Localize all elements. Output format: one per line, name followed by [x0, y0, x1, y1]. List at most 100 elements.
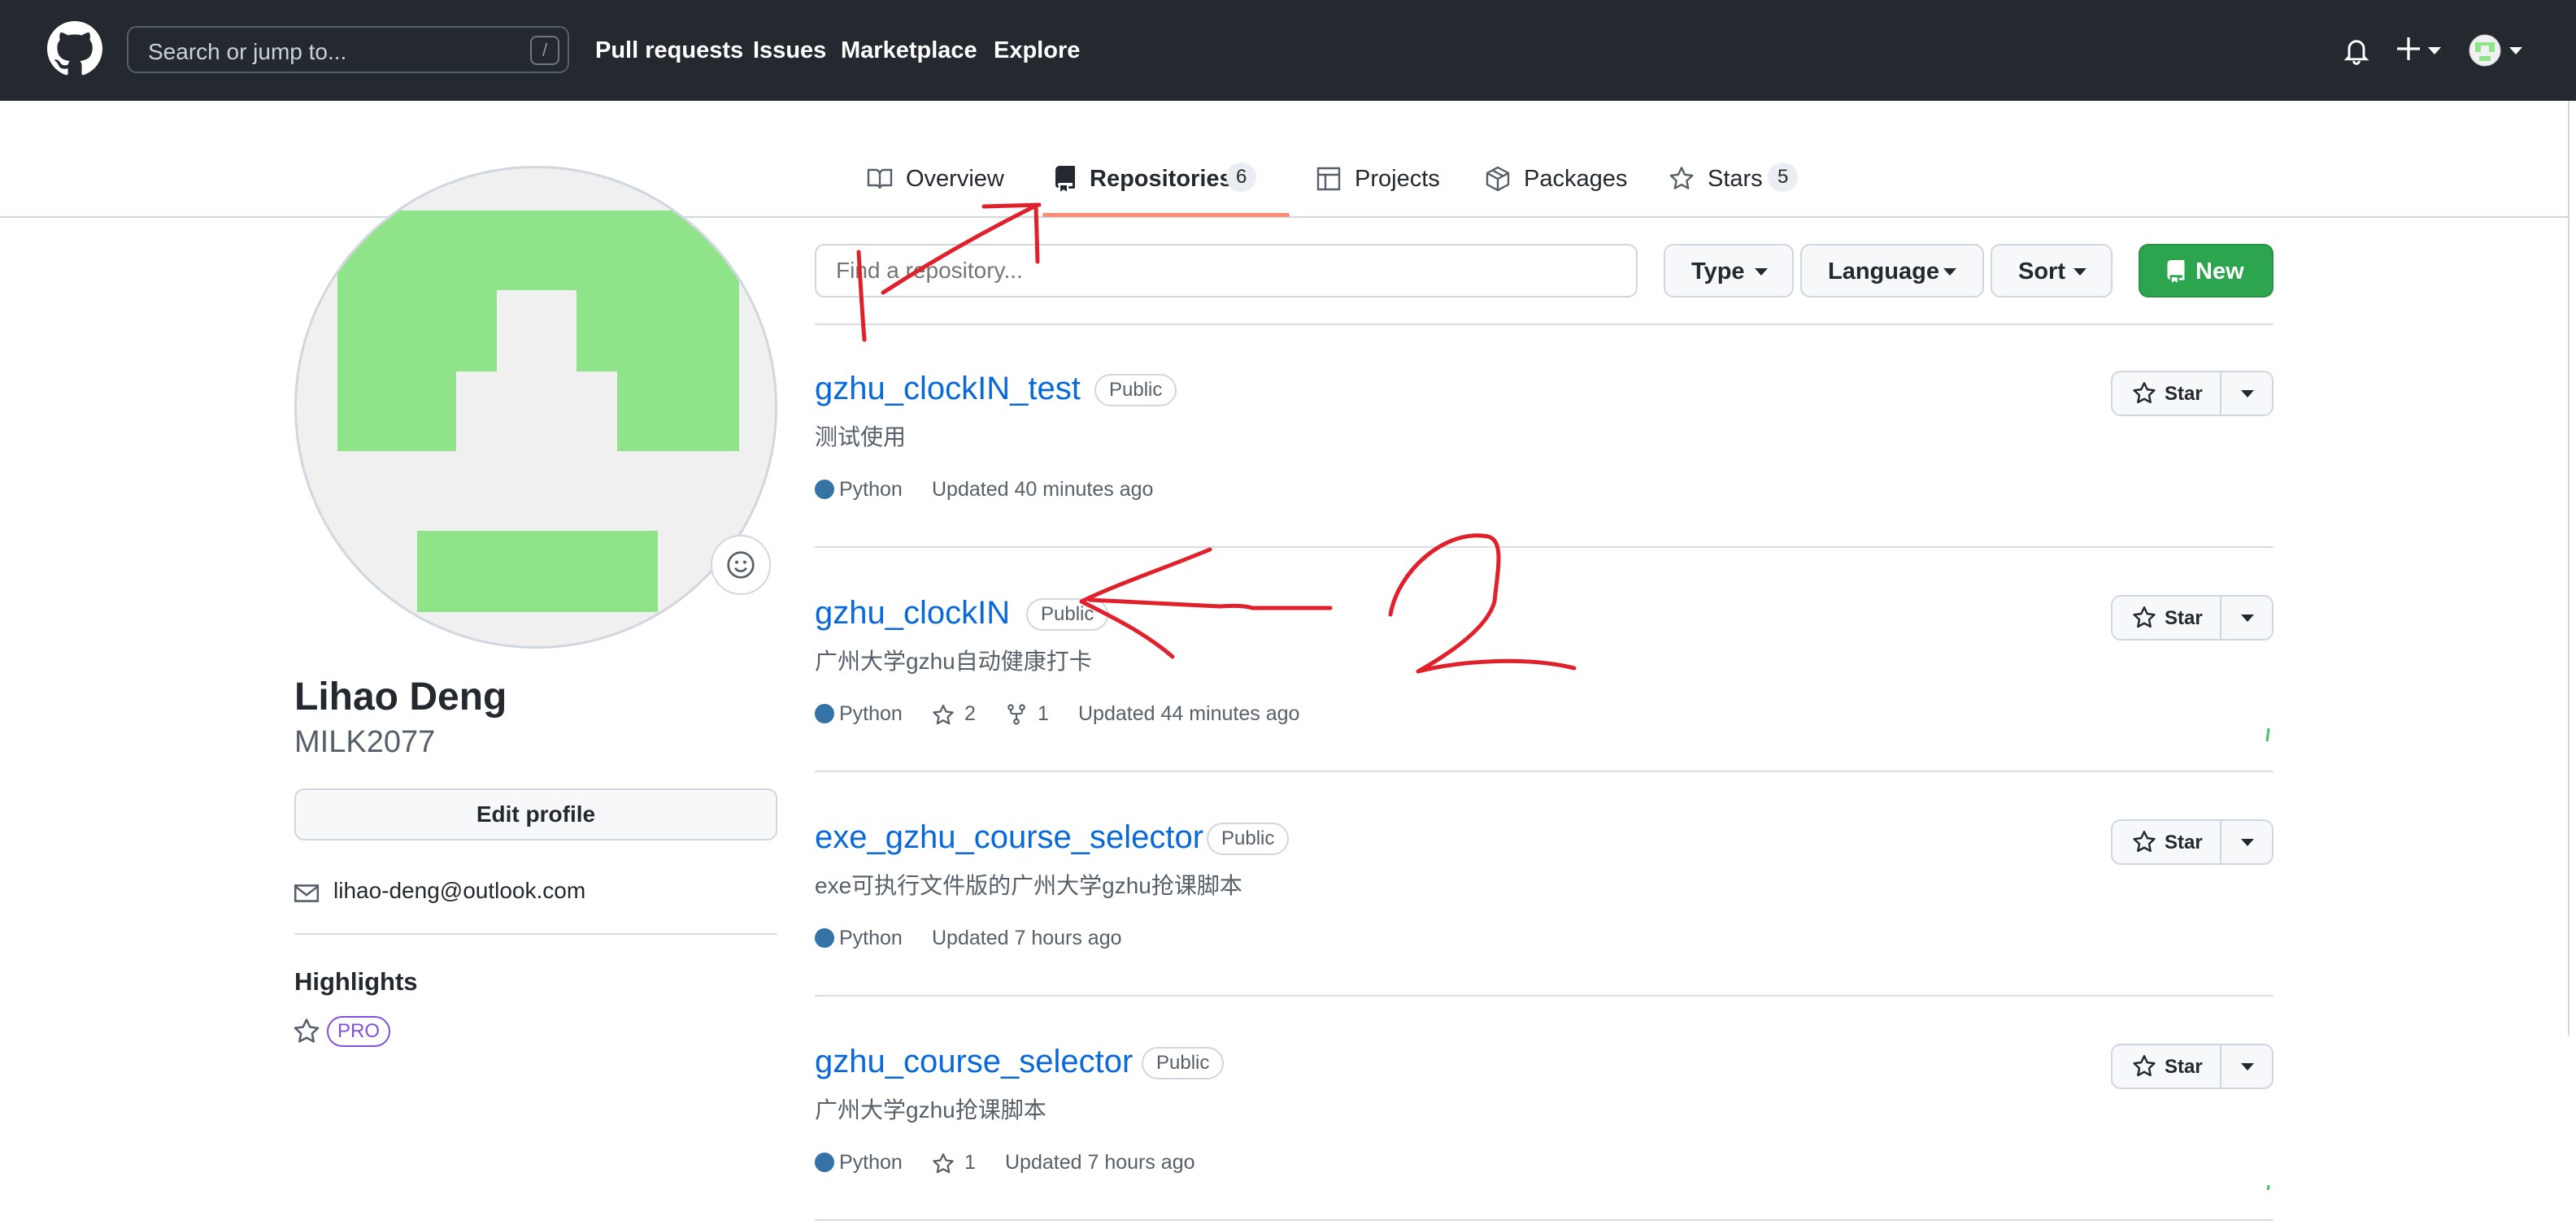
visibility-badge: Public [1142, 1047, 1225, 1079]
chevron-down-icon [2428, 47, 2441, 54]
star-button[interactable]: Star [2113, 597, 2220, 639]
repo-list-item: exe_gzhu_course_selector Public exe可执行文件… [815, 819, 2274, 1044]
profile-fullname: Lihao Deng [294, 675, 507, 719]
language-color-dot [815, 704, 834, 723]
activity-sparkline [2266, 1184, 2270, 1190]
plus-icon [2397, 37, 2420, 60]
star-icon [2133, 606, 2156, 628]
create-new-menu[interactable] [2395, 33, 2444, 65]
repo-name-link[interactable]: gzhu_clockIN [815, 595, 1010, 632]
star-icon[interactable] [932, 704, 955, 727]
repo-icon [1055, 166, 1075, 192]
search-shortcut-key: / [530, 36, 559, 65]
bell-icon[interactable] [2342, 36, 2371, 65]
repo-list-item: gzhu_course_selector Public 广州大学gzhu抢课脚本… [815, 1044, 2274, 1229]
tab-packages[interactable]: Packages [1485, 163, 1631, 195]
star-list-dropdown[interactable] [2221, 597, 2274, 639]
repo-description: exe可执行文件版的广州大学gzhu抢课脚本 [815, 873, 1242, 898]
chevron-down-icon [2241, 390, 2254, 397]
star-button[interactable]: Star [2113, 372, 2220, 415]
nav-marketplace[interactable]: Marketplace [841, 37, 977, 64]
chevron-down-icon [1755, 268, 1768, 276]
new-repository-button[interactable]: New [2139, 244, 2274, 297]
tab-label: Repositories [1090, 166, 1233, 192]
star-list-dropdown[interactable] [2221, 821, 2274, 863]
profile-email-link[interactable]: lihao-deng@outlook.com [333, 878, 585, 904]
repo-name-link[interactable]: gzhu_clockIN_test [815, 371, 1081, 407]
visibility-badge: Public [1026, 598, 1109, 631]
search-input[interactable]: Search or jump to... / [127, 26, 569, 73]
star-button-group: Star [2111, 595, 2274, 641]
type-filter-button[interactable]: Type [1664, 244, 1794, 297]
visibility-badge: Public [1094, 374, 1177, 406]
list-divider [815, 546, 2274, 548]
nav-issues[interactable]: Issues [753, 37, 826, 64]
repo-updated: Updated 7 hours ago [1005, 1151, 1195, 1174]
tab-repositories[interactable]: Repositories 6 [1052, 163, 1288, 195]
repo-description: 广州大学gzhu自动健康打卡 [815, 649, 1092, 674]
repo-updated: Updated 7 hours ago [932, 927, 1122, 949]
repo-name-link[interactable]: gzhu_course_selector [815, 1044, 1133, 1080]
repo-forks-count[interactable]: 1 [1038, 702, 1049, 726]
selected-tab-indicator [1042, 213, 1290, 217]
star-list-dropdown[interactable] [2221, 1045, 2274, 1088]
sort-button[interactable]: Sort [1991, 244, 2113, 297]
repo-language: Python [839, 478, 903, 501]
repo-updated: Updated 44 minutes ago [1078, 702, 1300, 725]
star-icon [1669, 167, 1694, 189]
book-icon [867, 168, 893, 189]
nav-explore[interactable]: Explore [994, 37, 1080, 64]
repo-updated: Updated 40 minutes ago [932, 478, 1154, 501]
star-list-dropdown[interactable] [2221, 372, 2274, 415]
star-button[interactable]: Star [2113, 821, 2220, 863]
language-filter-button[interactable]: Language [1800, 244, 1984, 297]
repo-description: 广州大学gzhu抢课脚本 [815, 1097, 1046, 1123]
activity-sparkline [2265, 727, 2270, 741]
star-label: Star [2165, 383, 2203, 405]
star-icon [2133, 382, 2156, 404]
tab-stars[interactable]: Stars 5 [1669, 163, 1807, 195]
tab-label: Projects [1355, 166, 1440, 192]
repo-language: Python [839, 927, 903, 949]
repo-stars-count[interactable]: 1 [964, 1151, 976, 1175]
tab-overview[interactable]: Overview [867, 163, 1013, 195]
scrollbar-track[interactable] [2568, 101, 2569, 1036]
fork-icon[interactable] [1005, 702, 1028, 727]
identicon-image [337, 211, 739, 612]
star-button-group: Star [2111, 1044, 2274, 1089]
repo-stars-count[interactable]: 2 [964, 702, 976, 726]
github-logo-icon[interactable] [47, 21, 102, 76]
smiley-icon [727, 551, 755, 579]
avatar-small-icon [2469, 34, 2501, 67]
chevron-down-icon [2241, 1063, 2254, 1070]
repo-language: Python [839, 1151, 903, 1174]
tab-projects[interactable]: Projects [1316, 163, 1446, 195]
button-label: New [2195, 258, 2244, 284]
star-label: Star [2165, 607, 2203, 629]
list-divider [815, 995, 2274, 997]
repo-name-link[interactable]: exe_gzhu_course_selector [815, 819, 1203, 856]
table-icon [1316, 167, 1341, 191]
pro-badge: PRO [327, 1016, 390, 1047]
language-color-dot [815, 480, 834, 499]
chevron-down-icon [2509, 47, 2522, 54]
chevron-down-icon [2241, 839, 2254, 846]
chevron-down-icon [2241, 614, 2254, 622]
set-status-button[interactable] [711, 535, 771, 595]
tab-label: Overview [906, 166, 1004, 192]
star-icon [2133, 831, 2156, 853]
star-icon[interactable] [932, 1153, 955, 1175]
edit-profile-button[interactable]: Edit profile [294, 788, 777, 840]
button-label: Sort [2018, 258, 2065, 284]
star-label: Star [2165, 832, 2203, 853]
tab-label: Stars [1708, 166, 1763, 192]
list-divider [815, 771, 2274, 772]
user-menu[interactable] [2469, 33, 2526, 68]
find-repository-input[interactable] [815, 244, 1638, 297]
star-button[interactable]: Star [2113, 1045, 2220, 1088]
list-divider [815, 1219, 2274, 1221]
nav-pull-requests[interactable]: Pull requests [595, 37, 743, 64]
top-navbar: Search or jump to... / Pull requests Iss… [0, 0, 2576, 101]
language-color-dot [815, 928, 834, 948]
button-label: Type [1691, 258, 1745, 284]
